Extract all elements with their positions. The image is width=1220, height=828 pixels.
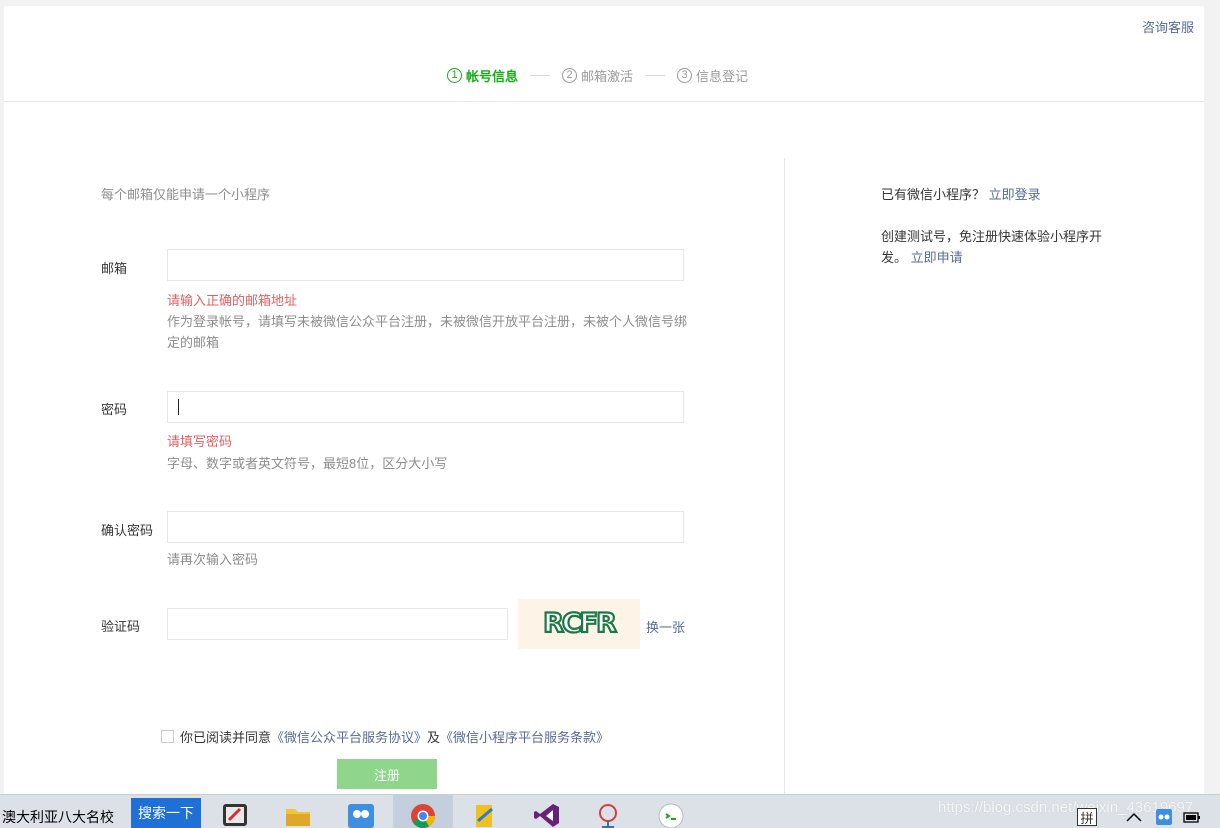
wechat-devtools-icon[interactable] <box>656 801 686 828</box>
agreement-checkbox[interactable] <box>161 730 174 743</box>
step-email-activation: 2 邮箱激活 <box>562 66 633 85</box>
step-number-2: 2 <box>562 68 578 83</box>
step-number-1: 1 <box>447 68 462 83</box>
login-hint: 已有微信小程序？ 立即登录 <box>881 184 1041 203</box>
apply-link[interactable]: 立即申请 <box>911 250 963 265</box>
color-picker-icon[interactable] <box>220 801 250 828</box>
ime-indicator[interactable]: 拼 <box>1077 808 1097 826</box>
dev-tool-icon[interactable] <box>470 801 500 828</box>
password-error: 请填写密码 <box>167 434 233 449</box>
email-label: 邮箱 <box>101 261 128 276</box>
step-account-info: 1 帐号信息 <box>447 66 518 85</box>
agreement-prefix: 你已阅读并同意 <box>180 730 272 745</box>
visual-studio-icon[interactable] <box>532 801 562 828</box>
captcha-field[interactable] <box>167 608 508 640</box>
taskbar-search-button[interactable]: 搜索一下 <box>131 798 201 828</box>
confirm-password-description: 请再次输入密码 <box>167 552 259 567</box>
chevron-up-icon[interactable] <box>1125 808 1143 826</box>
captcha-refresh-link[interactable]: 换一张 <box>646 617 685 636</box>
taskbar: 澳大利亚八大名校 搜索一下 https://blog.csdn.net/weix… <box>0 794 1220 828</box>
app-icon[interactable] <box>346 801 376 828</box>
captcha-image[interactable]: RCFR <box>518 599 640 649</box>
password-label: 密码 <box>101 402 128 417</box>
network-tool-icon[interactable] <box>594 801 624 828</box>
folder-icon[interactable] <box>283 801 313 828</box>
confirm-password-label: 确认密码 <box>101 523 154 538</box>
form-tip: 每个邮箱仅能申请一个小程序 <box>101 187 271 202</box>
captcha-text: RCFR <box>543 608 617 639</box>
page-header: 咨询客服 1 帐号信息 2 邮箱激活 3 信息登记 <box>4 6 1204 102</box>
support-link[interactable]: 咨询客服 <box>1142 17 1194 36</box>
vertical-divider <box>784 158 785 794</box>
tray-app-icon[interactable] <box>1155 808 1173 826</box>
platform-agreement-link[interactable]: 《微信公众平台服务协议》 <box>271 727 427 746</box>
login-link[interactable]: 立即登录 <box>989 187 1041 202</box>
step-label-3: 信息登记 <box>696 69 749 84</box>
text-cursor <box>178 399 179 415</box>
email-field[interactable] <box>167 249 684 281</box>
step-number-3: 3 <box>677 68 693 83</box>
battery-icon[interactable] <box>1183 808 1201 826</box>
taskbar-search-text[interactable]: 澳大利亚八大名校 <box>2 807 114 827</box>
register-button[interactable]: 注册 <box>337 759 437 789</box>
miniprogram-terms-link[interactable]: 《微信小程序平台服务条款》 <box>440 727 609 746</box>
has-account-text: 已有微信小程序？ <box>881 187 986 202</box>
captcha-label: 验证码 <box>101 619 141 634</box>
step-label-2: 邮箱激活 <box>581 69 634 84</box>
password-description: 字母、数字或者英文符号，最短8位，区分大小写 <box>167 456 448 471</box>
chrome-icon[interactable] <box>408 801 438 828</box>
confirm-password-field[interactable] <box>167 511 684 543</box>
step-connector <box>645 75 666 76</box>
agreement-row: 你已阅读并同意 《微信公众平台服务协议》 及 《微信小程序平台服务条款》 <box>161 727 609 746</box>
registration-page: 咨询客服 1 帐号信息 2 邮箱激活 3 信息登记 每个邮箱仅能申请一个小程序 … <box>4 6 1204 794</box>
step-label-1: 帐号信息 <box>466 69 519 84</box>
step-info-registration: 3 信息登记 <box>677 66 748 85</box>
step-indicator: 1 帐号信息 2 邮箱激活 3 信息登记 <box>447 66 748 85</box>
step-connector <box>530 75 551 76</box>
password-field[interactable] <box>167 391 684 423</box>
email-error: 请输入正确的邮箱地址 <box>167 293 298 308</box>
agreement-and: 及 <box>427 730 441 745</box>
email-description: 作为登录帐号，请填写未被微信公众平台注册，未被微信开放平台注册，未被个人微信号绑… <box>167 314 688 350</box>
test-account-hint: 创建测试号，免注册快速体验小程序开发。 立即申请 <box>881 226 1116 268</box>
